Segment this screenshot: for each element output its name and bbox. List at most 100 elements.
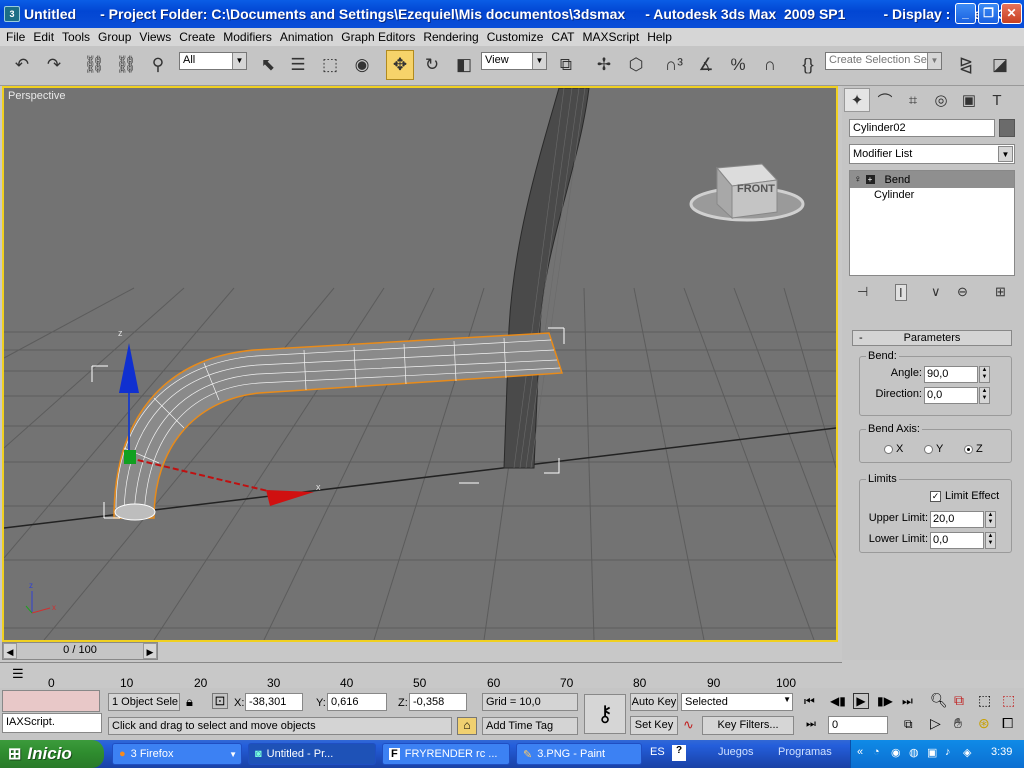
motion-tab-icon[interactable]: ◎ bbox=[928, 88, 954, 112]
clock[interactable]: 3:39 bbox=[991, 746, 1012, 758]
add-time-tag-button[interactable]: Add Time Tag bbox=[482, 717, 578, 735]
tray-icon-messenger[interactable]: ◍ bbox=[909, 746, 919, 759]
minimize-button[interactable]: _ bbox=[955, 3, 976, 24]
configure-modifier-sets-icon[interactable]: ⊞ bbox=[995, 284, 1006, 300]
taskbar-paint[interactable]: ✎ 3.PNG - Paint bbox=[516, 743, 642, 765]
make-unique-icon[interactable]: ∨ bbox=[931, 284, 941, 300]
spinner-snap-icon[interactable]: ∩ bbox=[756, 50, 784, 80]
y-coord-field[interactable]: 0,616 bbox=[327, 693, 387, 711]
menu-views[interactable]: Views bbox=[136, 30, 174, 44]
orbit-icon[interactable]: ⊛ bbox=[978, 715, 990, 732]
zoom-all-icon[interactable]: ⧉ bbox=[954, 692, 964, 709]
undo-icon[interactable]: ↶ bbox=[8, 50, 36, 80]
key-mode-dropdown[interactable]: Selected ▼ bbox=[681, 693, 793, 711]
time-tag-icon[interactable]: ⌂ bbox=[457, 717, 477, 735]
time-slider-next-icon[interactable]: ▶ bbox=[143, 643, 157, 659]
perspective-viewport[interactable]: z x FRONT z x Perspective bbox=[2, 86, 838, 642]
tray-icon-volume[interactable]: ♪ bbox=[945, 746, 951, 758]
parameters-rollout-header[interactable]: - Parameters bbox=[852, 330, 1012, 346]
menu-graph-editors[interactable]: Graph Editors bbox=[338, 30, 418, 44]
pin-stack-icon[interactable]: ⊣ bbox=[857, 284, 868, 300]
key-filters-button[interactable]: Key Filters... bbox=[702, 716, 794, 735]
gizmo-y-handle[interactable] bbox=[124, 450, 136, 464]
angle-spinner[interactable]: 90,0 ▲ ▼ bbox=[924, 366, 990, 383]
stack-item-bend[interactable]: ♀ + Bend bbox=[850, 171, 1014, 188]
field-of-view-icon[interactable]: ▷ bbox=[930, 715, 941, 732]
axis-x-radio[interactable]: X bbox=[884, 443, 903, 455]
key-mode-toggle-icon[interactable]: ⏭ bbox=[806, 718, 816, 731]
track-bar-menu-icon[interactable]: ☰ bbox=[12, 666, 24, 682]
track-bar[interactable]: ☰ 0 10 20 30 40 50 60 70 80 90 100 bbox=[0, 662, 842, 690]
toolbar-games[interactable]: Juegos bbox=[718, 746, 753, 758]
angle-snap-icon[interactable]: ∡ bbox=[692, 50, 720, 80]
show-end-result-icon[interactable]: I bbox=[895, 284, 907, 301]
window-crossing-icon[interactable]: ◉ bbox=[348, 50, 376, 80]
go-to-end-icon[interactable]: ⏭ bbox=[902, 694, 913, 709]
object-color-swatch[interactable] bbox=[999, 119, 1015, 137]
viewport-scene[interactable]: z x FRONT z x bbox=[4, 88, 836, 640]
menu-tools[interactable]: Tools bbox=[59, 30, 93, 44]
object-name-field[interactable]: Cylinder02 bbox=[849, 119, 995, 137]
tray-icon-security[interactable]: ◈ bbox=[963, 746, 971, 759]
zoom-extents-all-icon[interactable]: ⬚ bbox=[1002, 692, 1015, 709]
tray-icon-network[interactable]: ◔ bbox=[873, 746, 880, 758]
absolute-mode-icon[interactable]: ⊡ bbox=[212, 693, 228, 709]
menu-cat[interactable]: CAT bbox=[548, 30, 577, 44]
play-icon[interactable]: ▶ bbox=[853, 693, 869, 709]
spinner-arrows-icon[interactable]: ▲ ▼ bbox=[979, 366, 990, 383]
current-frame-field[interactable]: 0 bbox=[828, 716, 888, 734]
lightbulb-icon[interactable]: ♀ bbox=[854, 174, 862, 185]
align-icon[interactable]: ◪ bbox=[986, 50, 1014, 80]
snaps-toggle-icon[interactable]: ∩³ bbox=[660, 50, 688, 80]
next-frame-icon[interactable]: ▮▶ bbox=[877, 694, 893, 708]
named-selection-set-field[interactable]: Create Selection Se ▼ bbox=[825, 52, 942, 70]
auto-key-button[interactable]: Auto Key bbox=[630, 693, 678, 711]
tray-icon-media[interactable]: ◉ bbox=[891, 746, 901, 759]
spinner-arrows-icon[interactable]: ▲ ▼ bbox=[985, 511, 996, 528]
taskbar-fryrender[interactable]: F FRYRENDER rc ... bbox=[382, 743, 510, 765]
maxscript-input[interactable]: IAXScript. bbox=[2, 713, 102, 733]
pan-view-icon[interactable]: ✋︎ bbox=[954, 715, 962, 732]
modifier-list-dropdown[interactable]: Modifier List ▼ bbox=[849, 144, 1015, 164]
menu-group[interactable]: Group bbox=[95, 30, 134, 44]
select-and-scale-icon[interactable]: ◧ bbox=[450, 50, 478, 80]
menu-animation[interactable]: Animation bbox=[277, 30, 336, 44]
viewport-label[interactable]: Perspective bbox=[8, 90, 65, 102]
select-object-icon[interactable]: ⬉ bbox=[254, 50, 282, 80]
selection-filter-dropdown[interactable]: All ▼ bbox=[179, 52, 247, 70]
menu-file[interactable]: File bbox=[3, 30, 28, 44]
tray-icon-display[interactable]: ▣ bbox=[927, 746, 937, 759]
tray-icon-expand[interactable]: « bbox=[857, 746, 863, 758]
direction-spinner[interactable]: 0,0 ▲ ▼ bbox=[924, 387, 990, 404]
set-key-button[interactable]: Set Key bbox=[630, 716, 678, 735]
set-key-icon[interactable]: ⚷ bbox=[584, 694, 626, 734]
pivot-center-icon[interactable]: ⧉ bbox=[552, 50, 580, 80]
stack-item-cylinder[interactable]: Cylinder bbox=[850, 188, 1014, 204]
create-tab-icon[interactable]: ✦ bbox=[844, 88, 870, 112]
toolbar-programs[interactable]: Programas bbox=[778, 746, 832, 758]
select-and-link-icon[interactable]: ⛓ bbox=[80, 50, 108, 80]
unlink-selection-icon[interactable]: ⛓ bbox=[112, 50, 140, 80]
restore-button[interactable]: ❐ bbox=[978, 3, 999, 24]
select-and-manipulate-icon[interactable]: ✢ bbox=[590, 50, 618, 80]
percent-snap-icon[interactable]: % bbox=[724, 50, 752, 80]
previous-frame-icon[interactable]: ◀▮ bbox=[830, 694, 846, 708]
spinner-arrows-icon[interactable]: ▲ ▼ bbox=[979, 387, 990, 404]
upper-limit-spinner[interactable]: 20,0 ▲ ▼ bbox=[930, 511, 996, 528]
3dsmax-app-icon[interactable]: 3 bbox=[4, 6, 20, 22]
help-icon[interactable]: ? bbox=[672, 745, 686, 761]
mirror-icon[interactable]: ⧎ bbox=[952, 50, 980, 80]
z-coord-field[interactable]: -0,358 bbox=[409, 693, 467, 711]
time-configuration-icon[interactable]: ⧉ bbox=[904, 717, 913, 732]
bind-to-space-warp-icon[interactable]: ⚲ bbox=[144, 50, 172, 80]
go-to-start-icon[interactable]: ⏮ bbox=[804, 694, 815, 709]
expand-plus-icon[interactable]: + bbox=[865, 175, 875, 184]
time-slider[interactable]: ◀ 0 / 100 ▶ bbox=[2, 642, 158, 660]
close-button[interactable]: ✕ bbox=[1001, 3, 1022, 24]
hierarchy-tab-icon[interactable]: ⌗ bbox=[900, 88, 926, 112]
lock-selection-icon[interactable]: 🔒︎ bbox=[186, 694, 193, 710]
reference-coordinate-dropdown[interactable]: View ▼ bbox=[481, 52, 547, 70]
display-tab-icon[interactable]: ▣ bbox=[956, 88, 982, 112]
menu-rendering[interactable]: Rendering bbox=[420, 30, 481, 44]
menu-customize[interactable]: Customize bbox=[484, 30, 547, 44]
